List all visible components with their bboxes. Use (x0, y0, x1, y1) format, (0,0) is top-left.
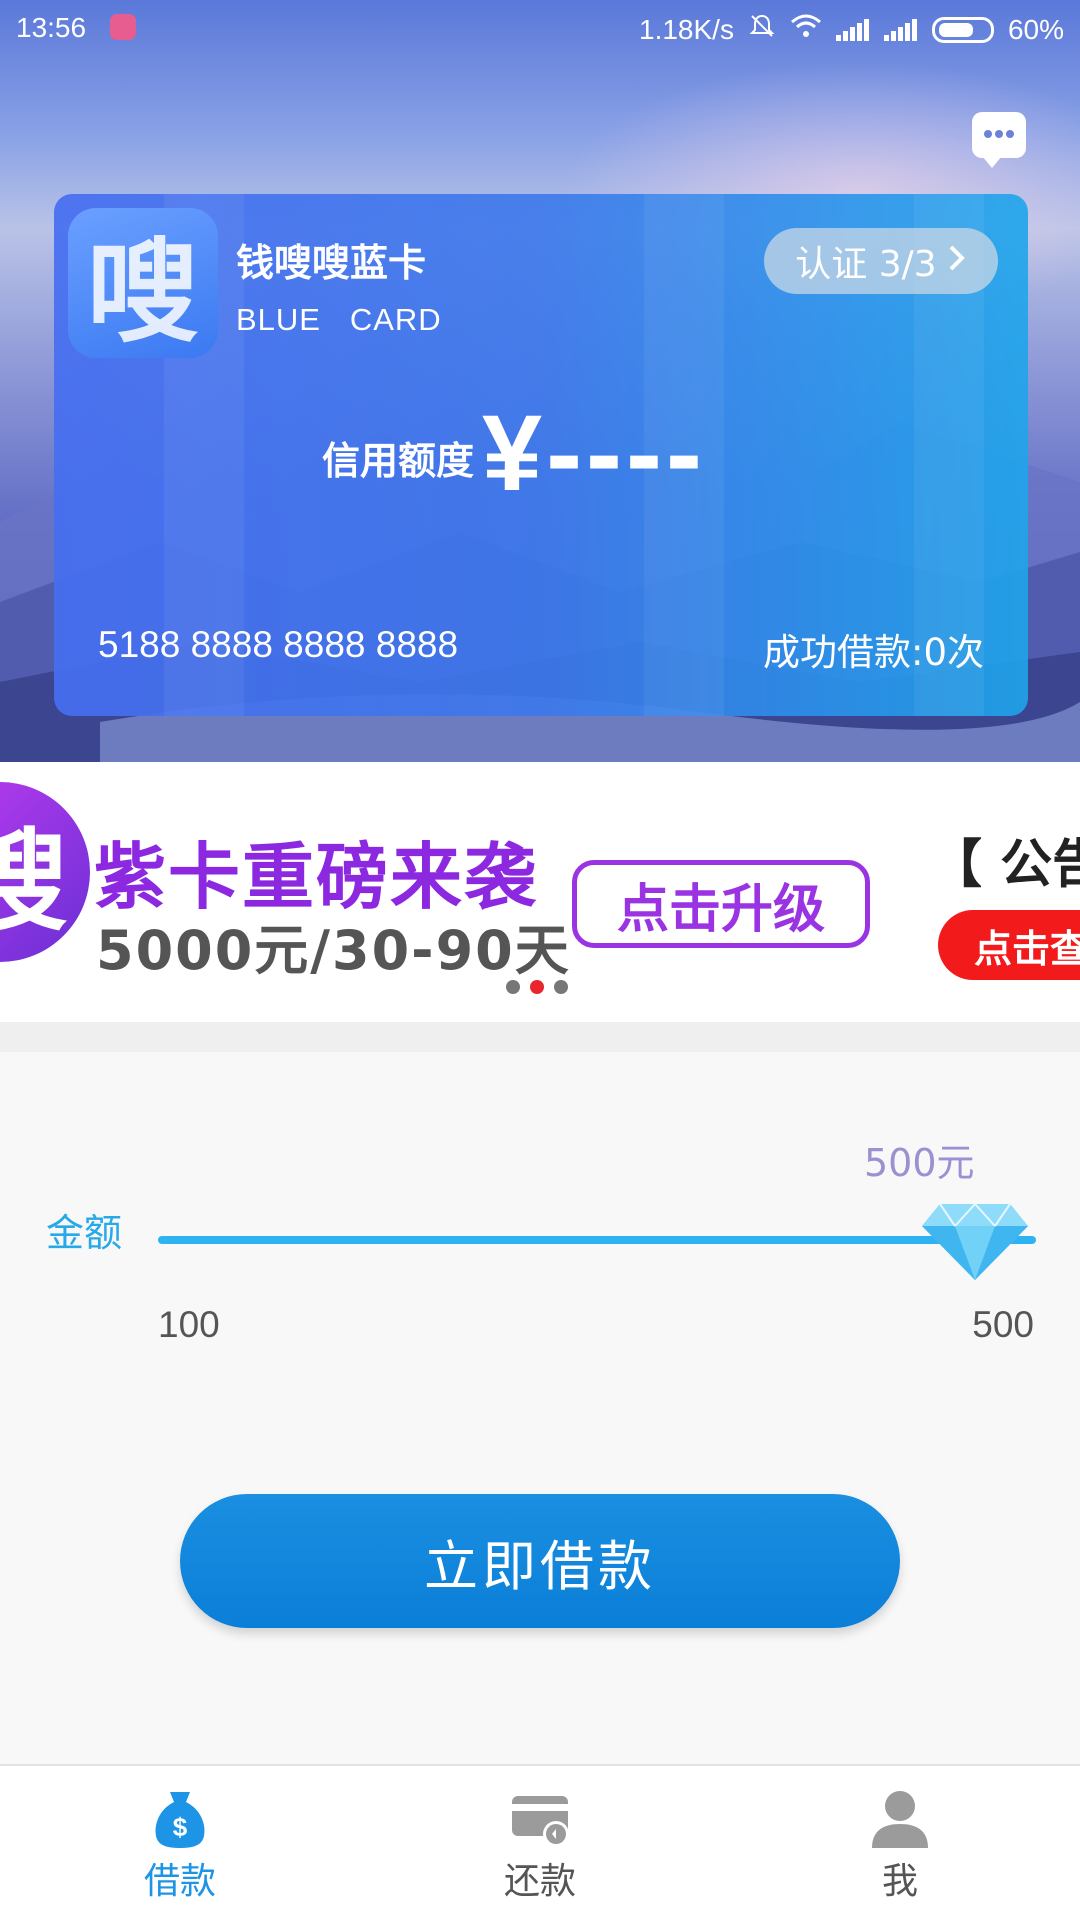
app-screen: 13:56 1.18K/s 60% 嗖 钱嗖嗖蓝卡 BLUE CARD 认证 3… (0, 0, 1080, 1920)
pagination-dot[interactable] (554, 980, 568, 994)
upgrade-button[interactable]: 点击升级 (572, 860, 870, 948)
slider-current-value: 500元 (864, 1141, 975, 1185)
section-divider (0, 1022, 1080, 1052)
certification-button[interactable]: 认证 3/3 (764, 228, 998, 294)
credit-limit-value: ¥---- (482, 392, 706, 513)
nav-item-repay[interactable]: 还款 (360, 1766, 720, 1920)
battery-icon (931, 16, 994, 43)
signal-icon (835, 18, 870, 41)
bottom-nav: $ 借款 还款 我 (0, 1764, 1080, 1920)
credit-limit-label: 信用额度 (322, 439, 475, 483)
battery-percent: 60% (1007, 13, 1064, 45)
nav-item-borrow[interactable]: $ 借款 (0, 1766, 360, 1920)
certification-label: 认证 3/3 (795, 244, 937, 285)
mute-bell-icon (748, 12, 776, 47)
signal-icon-2 (883, 18, 918, 41)
message-icon[interactable] (972, 112, 1026, 168)
nav-label-repay: 还款 (503, 1861, 576, 1902)
nav-item-me[interactable]: 我 (720, 1766, 1080, 1920)
diamond-slider-thumb-icon[interactable] (920, 1200, 1030, 1282)
amount-section: 500元 金额 100 500 立即借款 (0, 1052, 1080, 1764)
repay-card-icon (508, 1786, 572, 1850)
card-subtitle: BLUE CARD (236, 302, 442, 337)
nav-label-me: 我 (881, 1861, 918, 1902)
money-bag-icon: $ (148, 1786, 212, 1850)
status-bar: 13:56 1.18K/s 60% (0, 0, 1080, 58)
slider-min-label: 100 (158, 1304, 220, 1345)
status-time: 13:56 (16, 12, 87, 43)
pagination-dot[interactable] (506, 980, 520, 994)
promo-banner[interactable]: 嗖 紫卡重磅来袭 5000元/30-90天 点击升级 【 公告 点击查 (0, 762, 1080, 1022)
banner-pagination (506, 980, 568, 994)
notice-title: 【 公告 (930, 835, 1080, 895)
nav-label-borrow: 借款 (143, 1861, 216, 1902)
amount-slider-track[interactable] (158, 1236, 1036, 1244)
card-number: 5188 8888 8888 8888 (98, 624, 459, 665)
view-notice-button[interactable]: 点击查 (938, 910, 1080, 980)
chevron-right-icon (947, 241, 967, 282)
app-logo: 嗖 (68, 208, 218, 358)
svg-text:$: $ (173, 1812, 188, 1842)
borrow-now-button[interactable]: 立即借款 (180, 1494, 900, 1628)
pagination-dot-active[interactable] (530, 980, 544, 994)
amount-label: 金额 (46, 1211, 123, 1255)
banner-logo: 嗖 (0, 782, 90, 962)
loan-count: 成功借款:0次 (762, 631, 984, 674)
wifi-icon (790, 13, 822, 46)
network-speed: 1.18K/s (639, 13, 734, 45)
slider-max-label: 500 (972, 1304, 1034, 1345)
banner-subtitle: 5000元/30-90天 (96, 919, 571, 982)
app-notification-icon (110, 14, 136, 40)
credit-card: 嗖 钱嗖嗖蓝卡 BLUE CARD 认证 3/3 信用额度 ¥---- 5188… (54, 194, 1028, 716)
card-title: 钱嗖嗖蓝卡 (236, 241, 427, 285)
user-icon (868, 1786, 932, 1850)
